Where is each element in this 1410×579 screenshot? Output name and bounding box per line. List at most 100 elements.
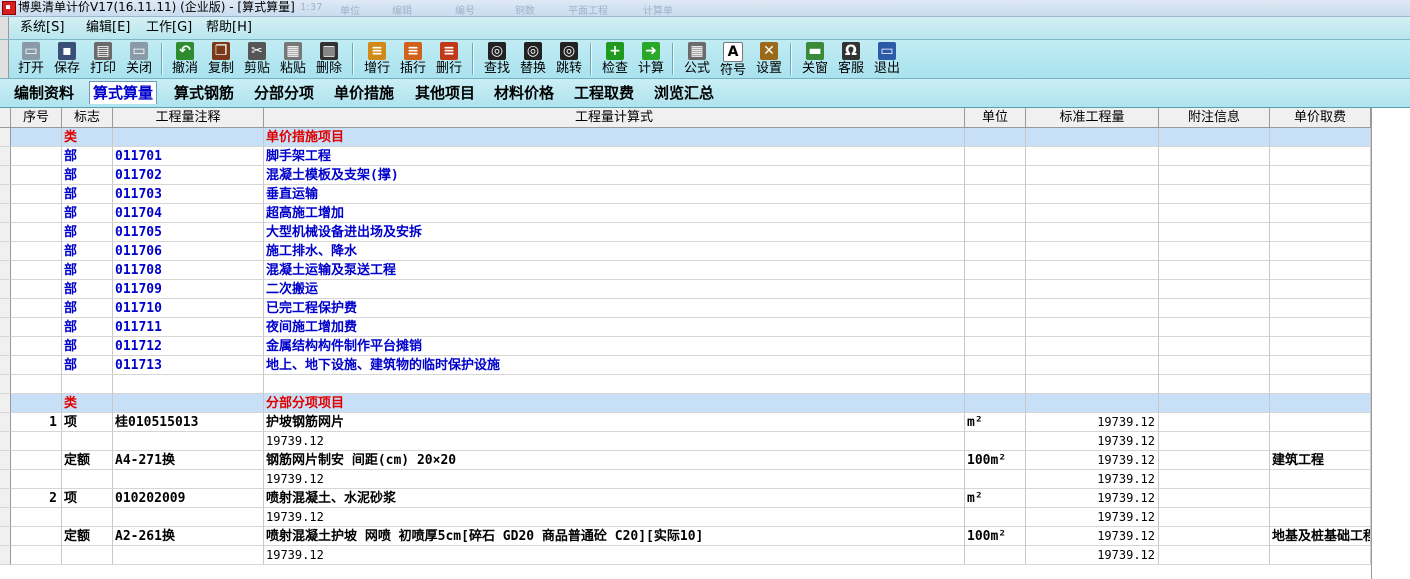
toolbar-button-6[interactable]: ✂ 剪贴 — [239, 41, 275, 77]
toolbar-button-4[interactable]: ↶ 撤消 — [167, 41, 203, 77]
cell-expr[interactable]: 施工排水、降水 — [264, 242, 965, 261]
cell-expr[interactable]: 19739.12 — [264, 470, 965, 489]
cell-remark[interactable] — [1159, 394, 1270, 413]
cell-qty[interactable] — [1026, 280, 1159, 299]
cell-expr[interactable] — [264, 375, 965, 394]
cell-note[interactable]: 011713 — [113, 356, 264, 375]
cell-qty[interactable] — [1026, 299, 1159, 318]
cell-unit[interactable] — [965, 394, 1026, 413]
cell-note[interactable]: 011705 — [113, 223, 264, 242]
cell-unit[interactable] — [965, 546, 1026, 565]
cell-remark[interactable] — [1159, 280, 1270, 299]
cell-remark[interactable] — [1159, 318, 1270, 337]
cell-fee[interactable] — [1270, 261, 1371, 280]
column-header-flag[interactable]: 标志 — [62, 108, 113, 127]
cell-unit[interactable] — [965, 204, 1026, 223]
cell-flag[interactable]: 部 — [62, 204, 113, 223]
cell-no[interactable] — [11, 356, 62, 375]
cell-no[interactable] — [11, 204, 62, 223]
table-row[interactable]: 部 011703 垂直运输 — [0, 185, 1371, 204]
cell-note[interactable] — [113, 508, 264, 527]
cell-fee[interactable] — [1270, 185, 1371, 204]
cell-no[interactable] — [11, 432, 62, 451]
cell-fee[interactable] — [1270, 356, 1371, 375]
toolbar-button-5[interactable]: ❐ 复制 — [203, 41, 239, 77]
cell-expr[interactable]: 护坡钢筋网片 — [264, 413, 965, 432]
cell-qty[interactable] — [1026, 166, 1159, 185]
cell-qty[interactable] — [1026, 394, 1159, 413]
toolbar-button-12[interactable]: ◎ 查找 — [479, 41, 515, 77]
cell-remark[interactable] — [1159, 432, 1270, 451]
cell-note[interactable]: 011704 — [113, 204, 264, 223]
toolbar-button-18[interactable]: A 符号 — [715, 41, 751, 78]
cell-fee[interactable] — [1270, 337, 1371, 356]
cell-fee[interactable] — [1270, 413, 1371, 432]
table-row[interactable]: 19739.12 19739.12 — [0, 546, 1371, 565]
cell-expr[interactable]: 大型机械设备进出场及安拆 — [264, 223, 965, 242]
cell-note[interactable]: 011706 — [113, 242, 264, 261]
cell-expr[interactable]: 喷射混凝土护坡 网喷 初喷厚5cm[碎石 GD20 商品普通砼 C20][实际1… — [264, 527, 965, 546]
toolbar-button-17[interactable]: ▦ 公式 — [679, 41, 715, 77]
cell-flag[interactable]: 类 — [62, 128, 113, 147]
cell-flag[interactable]: 部 — [62, 318, 113, 337]
cell-unit[interactable] — [965, 318, 1026, 337]
table-row[interactable]: 定额 A4-271换 钢筋网片制安 间距(cm) 20×20 100m² 19739.1… — [0, 451, 1371, 470]
cell-qty[interactable]: 19739.12 — [1026, 413, 1159, 432]
cell-unit[interactable] — [965, 432, 1026, 451]
tab-6[interactable]: 材料价格 — [494, 82, 554, 104]
toolbar-button-19[interactable]: ✕ 设置 — [751, 41, 787, 77]
table-row[interactable] — [0, 375, 1371, 394]
cell-expr[interactable]: 超高施工增加 — [264, 204, 965, 223]
table-row[interactable]: 部 011708 混凝土运输及泵送工程 — [0, 261, 1371, 280]
cell-expr[interactable]: 19739.12 — [264, 508, 965, 527]
column-header-unit[interactable]: 单位 — [965, 108, 1026, 127]
cell-remark[interactable] — [1159, 356, 1270, 375]
cell-unit[interactable] — [965, 337, 1026, 356]
cell-note[interactable] — [113, 432, 264, 451]
cell-note[interactable]: A4-271换 — [113, 451, 264, 470]
toolbar-button-1[interactable]: ▪ 保存 — [49, 41, 85, 77]
cell-unit[interactable] — [965, 299, 1026, 318]
cell-note[interactable] — [113, 128, 264, 147]
row-selector[interactable] — [0, 508, 11, 527]
table-row[interactable]: 部 011704 超高施工增加 — [0, 204, 1371, 223]
cell-qty[interactable]: 19739.12 — [1026, 451, 1159, 470]
cell-unit[interactable] — [965, 128, 1026, 147]
row-selector[interactable] — [0, 318, 11, 337]
cell-unit[interactable]: m² — [965, 489, 1026, 508]
cell-fee[interactable] — [1270, 394, 1371, 413]
cell-flag[interactable]: 部 — [62, 166, 113, 185]
row-selector[interactable] — [0, 185, 11, 204]
row-selector[interactable] — [0, 128, 11, 147]
cell-no[interactable] — [11, 451, 62, 470]
cell-flag[interactable]: 项 — [62, 489, 113, 508]
cell-qty[interactable]: 19739.12 — [1026, 432, 1159, 451]
table-row[interactable]: 部 011712 金属结构构件制作平台摊销 — [0, 337, 1371, 356]
table-row[interactable]: 19739.12 19739.12 — [0, 470, 1371, 489]
cell-remark[interactable] — [1159, 147, 1270, 166]
toolbar-button-9[interactable]: ≡ 增行 — [359, 41, 395, 77]
cell-unit[interactable] — [965, 508, 1026, 527]
toolbar-button-2[interactable]: ▤ 打印 — [85, 41, 121, 77]
row-selector[interactable] — [0, 432, 11, 451]
cell-unit[interactable] — [965, 356, 1026, 375]
cell-no[interactable] — [11, 223, 62, 242]
cell-expr[interactable]: 混凝土模板及支架(撑) — [264, 166, 965, 185]
cell-unit[interactable] — [965, 147, 1026, 166]
cell-flag[interactable] — [62, 508, 113, 527]
row-selector[interactable] — [0, 394, 11, 413]
toolbar-button-21[interactable]: Ω 客服 — [833, 41, 869, 77]
cell-expr[interactable]: 垂直运输 — [264, 185, 965, 204]
cell-note[interactable] — [113, 546, 264, 565]
cell-fee[interactable] — [1270, 470, 1371, 489]
cell-no[interactable] — [11, 318, 62, 337]
cell-fee[interactable] — [1270, 489, 1371, 508]
cell-fee[interactable] — [1270, 166, 1371, 185]
cell-remark[interactable] — [1159, 546, 1270, 565]
cell-expr[interactable]: 喷射混凝土、水泥砂浆 — [264, 489, 965, 508]
cell-expr[interactable]: 19739.12 — [264, 432, 965, 451]
toolbar-button-3[interactable]: ▭ 关闭 — [121, 41, 157, 77]
cell-remark[interactable] — [1159, 204, 1270, 223]
cell-qty[interactable]: 19739.12 — [1026, 470, 1159, 489]
cell-unit[interactable] — [965, 375, 1026, 394]
